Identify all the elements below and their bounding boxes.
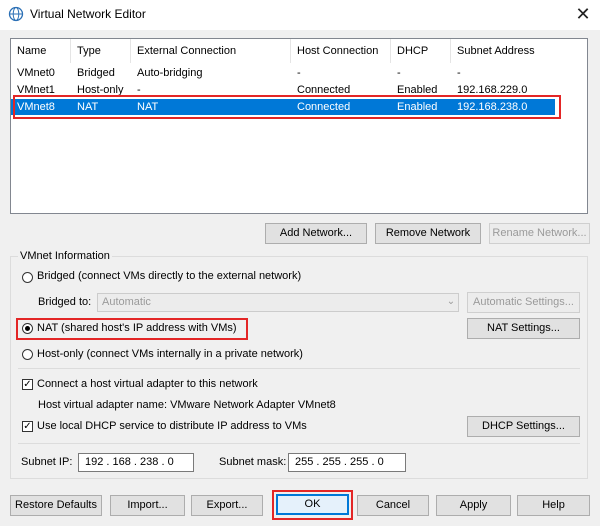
cell-name: VMnet0 <box>17 67 55 79</box>
remove-network-button[interactable]: Remove Network <box>375 223 481 244</box>
network-globe-icon <box>8 6 24 22</box>
close-icon: ✕ <box>575 3 591 24</box>
bridged-to-select[interactable]: Automatic <box>97 293 459 312</box>
export-button[interactable]: Export... <box>191 495 263 516</box>
dhcp-checkbox[interactable]: ✓ <box>22 421 33 432</box>
network-list[interactable]: Name Type External Connection Host Conne… <box>10 38 588 214</box>
column-header-subnet[interactable]: Subnet Address <box>451 39 551 63</box>
adapter-name-label: Host virtual adapter name: VMware Networ… <box>38 399 336 411</box>
cell-external: Auto-bridging <box>137 67 203 79</box>
import-button[interactable]: Import... <box>110 495 185 516</box>
subnet-mask-label: Subnet mask: <box>219 456 287 468</box>
restore-defaults-button[interactable]: Restore Defaults <box>10 495 102 516</box>
rename-network-button[interactable]: Rename Network... <box>489 223 590 244</box>
column-header-dhcp[interactable]: DHCP <box>391 39 451 63</box>
hostonly-radio[interactable] <box>22 349 33 360</box>
chevron-down-icon: ⌄ <box>446 296 456 307</box>
bridged-label[interactable]: Bridged (connect VMs directly to the ext… <box>37 270 301 282</box>
automatic-settings-button[interactable]: Automatic Settings... <box>467 292 580 313</box>
nat-settings-button[interactable]: NAT Settings... <box>467 318 580 339</box>
selection-highlight-outline <box>13 95 561 119</box>
connect-adapter-label[interactable]: Connect a host virtual adapter to this n… <box>37 378 258 390</box>
column-header-host[interactable]: Host Connection <box>291 39 391 63</box>
table-row[interactable]: VMnet0 Bridged Auto-bridging - - - <box>11 65 555 81</box>
dhcp-settings-button[interactable]: DHCP Settings... <box>467 416 580 437</box>
vmnet-info-legend: VMnet Information <box>18 250 112 262</box>
cell-dhcp: - <box>397 67 401 79</box>
bridged-to-label: Bridged to: <box>38 296 92 308</box>
apply-button[interactable]: Apply <box>436 495 511 516</box>
subnet-ip-label: Subnet IP: <box>21 456 73 468</box>
help-button[interactable]: Help <box>517 495 590 516</box>
hostonly-label[interactable]: Host-only (connect VMs internally in a p… <box>37 348 303 360</box>
cell-subnet: - <box>457 67 461 79</box>
connect-adapter-checkbox[interactable]: ✓ <box>22 379 33 390</box>
column-header-external[interactable]: External Connection <box>131 39 291 63</box>
column-header-name[interactable]: Name <box>11 39 71 63</box>
column-header-type[interactable]: Type <box>71 39 131 63</box>
subnet-mask-field[interactable]: 255 . 255 . 255 . 0 <box>288 453 406 472</box>
subnet-ip-field[interactable]: 192 . 168 . 238 . 0 <box>78 453 194 472</box>
window-title: Virtual Network Editor <box>30 7 146 21</box>
add-network-button[interactable]: Add Network... <box>265 223 367 244</box>
dhcp-label[interactable]: Use local DHCP service to distribute IP … <box>37 420 307 432</box>
cell-host: - <box>297 67 301 79</box>
ok-highlight-outline <box>272 490 353 520</box>
cell-type: Bridged <box>77 67 115 79</box>
cancel-button[interactable]: Cancel <box>357 495 429 516</box>
divider <box>18 443 580 444</box>
bridged-radio[interactable] <box>22 272 33 283</box>
nat-highlight-outline <box>16 318 248 340</box>
close-button[interactable]: ✕ <box>566 0 600 28</box>
divider <box>18 368 580 369</box>
